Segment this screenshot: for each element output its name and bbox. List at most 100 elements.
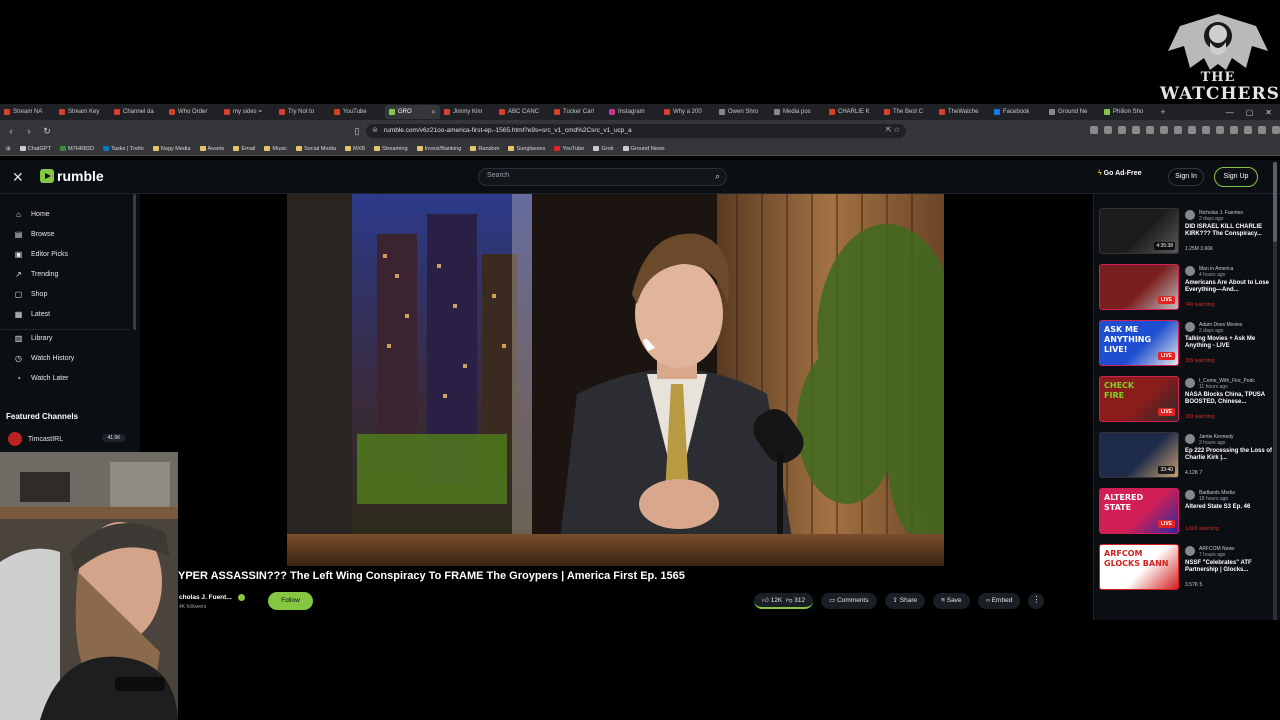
extension-icon[interactable] (1216, 126, 1224, 134)
channel-name[interactable]: cholas J. Fuent... (179, 594, 245, 601)
browser-tab[interactable]: my sides = (220, 105, 275, 119)
extension-icon[interactable] (1202, 126, 1210, 134)
avatar[interactable] (1185, 546, 1195, 556)
related-video-item[interactable]: ALTERED STATE LIVE Badlands Media 18 hours a… (1099, 488, 1275, 536)
extension-icon[interactable] (1258, 126, 1266, 134)
video-thumbnail[interactable]: 4:35:38 (1099, 208, 1179, 254)
maximize-button[interactable]: ▢ (1246, 108, 1254, 117)
share-button[interactable]: ⇪ Share (884, 593, 926, 609)
bookmark-item[interactable]: Ground News (622, 146, 665, 152)
embed-button[interactable]: ‹› Embed (977, 593, 1021, 609)
related-video-title[interactable]: Altered State S3 Ep. 46 (1185, 504, 1277, 511)
related-video-item[interactable]: ASK ME ANYTHING LIVE! LIVE Adam Does Movies 2… (1099, 320, 1275, 368)
sidebar-scrollbar[interactable] (133, 194, 136, 330)
bookmark-item[interactable]: YouTube (554, 146, 584, 152)
bookmark-item[interactable]: Assets (199, 146, 224, 152)
bookmark-item[interactable]: Music (264, 146, 287, 152)
thumbs-down-icon[interactable]: 👎︎ (786, 597, 793, 604)
related-video-title[interactable]: Talking Movies + Ask Me Anything - LIVE (1185, 336, 1277, 350)
bookmark-item[interactable]: M7HR82D (60, 146, 94, 152)
reload-icon[interactable]: ↻ (40, 126, 54, 137)
video-thumbnail[interactable]: LIVE (1099, 264, 1179, 310)
extension-icon[interactable] (1132, 126, 1140, 134)
browser-tab[interactable]: Why a 200 (660, 105, 715, 119)
bookmark-item[interactable]: Sunglasses (508, 146, 545, 152)
browser-tab[interactable]: Instagram (605, 105, 660, 119)
sign-in-button[interactable]: Sign In (1168, 168, 1204, 186)
browser-tab[interactable]: Philion Sho (1100, 105, 1155, 119)
browser-tab[interactable]: Stream NA (0, 105, 55, 119)
related-video-title[interactable]: DID ISRAEL KILL CHARLIE KIRK??? The Cons… (1185, 224, 1277, 238)
rumble-logo[interactable]: rumble (40, 168, 104, 184)
extension-icon[interactable] (1090, 126, 1098, 134)
extension-icon[interactable] (1230, 126, 1238, 134)
related-video-title[interactable]: NSSF "Celebrates" ATF Partnership | Gloc… (1185, 560, 1277, 574)
related-video-title[interactable]: Ep 222 Processing the Loss of Charlie Ki… (1185, 448, 1277, 462)
sidebar-item-browse[interactable]: ▤ Browse (14, 230, 55, 239)
browser-tab[interactable]: Facebook (990, 105, 1045, 119)
extension-icon[interactable] (1244, 126, 1252, 134)
forward-icon[interactable]: › (22, 126, 36, 136)
bookmark-item[interactable]: Grok (593, 146, 614, 152)
sidebar-item-latest[interactable]: ▦ Latest (14, 310, 50, 319)
thumbs-up-icon[interactable]: 👍︎ (762, 597, 769, 604)
bookmark-item[interactable]: Tasks | Trello (103, 146, 144, 152)
new-tab-button[interactable]: + (1155, 107, 1171, 117)
url-actions-icon[interactable]: ⇱ ☆ (886, 124, 900, 138)
video-thumbnail[interactable]: ASK ME ANYTHING LIVE! LIVE (1099, 320, 1179, 366)
bookmark-item[interactable]: Social Media (295, 146, 336, 152)
bookmark-tab-icon[interactable]: ▯ (350, 126, 364, 137)
avatar[interactable] (1185, 322, 1195, 332)
close-tab-icon[interactable]: ✕ (431, 109, 436, 116)
sidebar-item-library[interactable]: ▥ Library (14, 334, 53, 343)
browser-tab[interactable]: Jimmy Kim (440, 105, 495, 119)
browser-tab[interactable]: Tucker Carl (550, 105, 605, 119)
related-video-title[interactable]: Americans Are About to Lose Everything—A… (1185, 280, 1277, 294)
browser-tab[interactable]: CHARLIE K (825, 105, 880, 119)
go-ad-free-button[interactable]: ϟ Go Ad-Free (1098, 170, 1142, 177)
video-thumbnail[interactable]: CHECK FIRE LIVE (1099, 376, 1179, 422)
browser-tab[interactable]: TheWatche (935, 105, 990, 119)
back-icon[interactable]: ‹ (4, 126, 18, 136)
browser-tab[interactable]: Who Order (165, 105, 220, 119)
browser-tab[interactable]: Stream Key (55, 105, 110, 119)
video-thumbnail[interactable]: ARFCOM GLOCKS BANN (1099, 544, 1179, 590)
bookmark-item[interactable]: Invest/Banking (416, 146, 461, 152)
bookmark-item[interactable]: Streaming (374, 146, 408, 152)
sidebar-item-home[interactable]: ⌂ Home (14, 210, 50, 219)
sidebar-item-editor-picks[interactable]: ▣ Editor Picks (14, 250, 68, 259)
follow-button[interactable]: Follow (268, 592, 313, 610)
apps-grid-icon[interactable]: ⊞ (6, 146, 11, 152)
extension-icon[interactable] (1118, 126, 1126, 134)
browser-tab[interactable]: Try Not to (275, 105, 330, 119)
related-video-item[interactable]: 33:40 Jamie Kennedy 3 hours ago Ep 222 Proc… (1099, 432, 1275, 480)
related-video-item[interactable]: 4:35:38 Nicholas J. Fuentes 2 days ago DID … (1099, 208, 1275, 256)
download-icon[interactable] (1174, 126, 1182, 134)
video-thumbnail[interactable]: ALTERED STATE LIVE (1099, 488, 1179, 534)
sign-up-button[interactable]: Sign Up (1214, 167, 1258, 187)
browser-tab[interactable]: Owen Shro (715, 105, 770, 119)
browser-tab[interactable]: Channel da (110, 105, 165, 119)
video-thumbnail[interactable]: 33:40 (1099, 432, 1179, 478)
site-info-icon[interactable]: ⊜ (372, 124, 378, 138)
video-player[interactable] (287, 194, 944, 566)
avatar[interactable] (1185, 266, 1195, 276)
search-icon[interactable]: ⌕ (715, 171, 720, 182)
sidebar-item-watch-history[interactable]: ◷ Watch History (14, 354, 74, 363)
related-video-title[interactable]: NASA Blocks China, TPUSA BOOSTED, Chines… (1185, 392, 1277, 406)
avatar[interactable] (1185, 490, 1195, 500)
extension-icon[interactable] (1272, 126, 1280, 134)
more-options-icon[interactable]: ⋮ (1028, 593, 1045, 609)
bookmark-item[interactable]: MXB (344, 146, 365, 152)
minimize-button[interactable]: — (1226, 108, 1234, 117)
extension-icon[interactable] (1104, 126, 1112, 134)
sidebar-item-shop[interactable]: ▢ Shop (14, 290, 48, 299)
bookmark-item[interactable]: Random (470, 146, 499, 152)
browser-tab[interactable]: YouTube (330, 105, 385, 119)
browser-tab[interactable]: Media pos (770, 105, 825, 119)
browser-tab[interactable]: Ground Ne (1045, 105, 1100, 119)
close-menu-icon[interactable]: ✕ (12, 169, 24, 186)
bookmark-item[interactable]: ChatGPT (19, 146, 51, 152)
sidebar-item-watch-later[interactable]: ◔ Watch Later (14, 374, 68, 383)
browser-tab[interactable]: GRO ✕ (385, 105, 440, 119)
